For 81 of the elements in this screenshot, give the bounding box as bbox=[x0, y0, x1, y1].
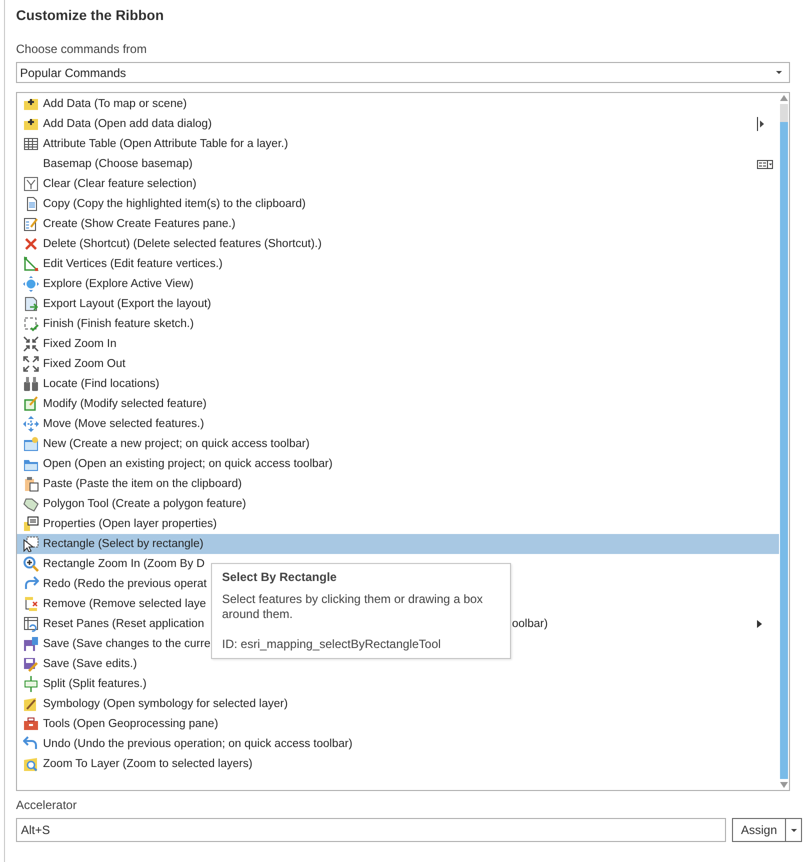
filter-icon bbox=[23, 176, 39, 192]
vertices-icon bbox=[23, 256, 39, 272]
command-item[interactable]: Redo (Redo the previous operat bbox=[43, 578, 207, 590]
undo-icon bbox=[23, 736, 39, 752]
table-icon bbox=[23, 136, 39, 152]
arrows-inward-icon bbox=[23, 336, 39, 352]
command-item[interactable]: Edit Vertices (Edit feature vertices.) bbox=[43, 258, 223, 270]
save-pencil-icon bbox=[23, 656, 39, 672]
command-item[interactable]: Move (Move selected features.) bbox=[43, 418, 204, 430]
polygon-icon bbox=[23, 496, 39, 512]
command-item[interactable]: Add Data (Open add data dialog) bbox=[43, 118, 212, 130]
move-arrows-icon bbox=[23, 416, 39, 432]
command-item[interactable]: Save (Save edits.) bbox=[43, 658, 137, 670]
tooltip-id: ID: esri_mapping_selectByRectangleTool bbox=[222, 637, 442, 651]
command-item[interactable]: Fixed Zoom Out bbox=[43, 358, 126, 370]
command-item[interactable]: Reset Panes (Reset application bbox=[43, 618, 204, 630]
folder-plus-icon bbox=[23, 116, 39, 132]
gallery-icon bbox=[757, 160, 773, 168]
split-arrow-icon bbox=[757, 117, 765, 131]
command-item[interactable]: Basemap (Choose basemap) bbox=[43, 158, 193, 170]
field-label: Accelerator bbox=[16, 798, 78, 812]
command-item[interactable]: Zoom To Layer (Zoom to selected layers) bbox=[43, 758, 252, 770]
split-icon bbox=[23, 676, 39, 692]
command-item[interactable]: Polygon Tool (Create a polygon feature) bbox=[43, 498, 246, 510]
command-item[interactable]: Open (Open an existing project; on quick access toolbar) bbox=[43, 458, 333, 470]
command-item[interactable]: Split (Split features.) bbox=[43, 678, 147, 690]
accelerator-field[interactable]: Alt+S bbox=[16, 818, 726, 842]
arrows-outward-icon bbox=[23, 356, 39, 372]
command-item[interactable]: Create (Show Create Features pane.) bbox=[43, 218, 236, 230]
binoculars-icon bbox=[23, 376, 39, 392]
clipboard-icon bbox=[23, 476, 39, 492]
cross-icon bbox=[23, 236, 39, 252]
properties-icon bbox=[23, 516, 39, 532]
command-item[interactable]: Copy (Copy the highlighted item(s) to the clipboard) bbox=[43, 198, 306, 210]
assign-dropdown-button[interactable] bbox=[786, 818, 802, 842]
submenu-arrow-icon bbox=[757, 619, 763, 629]
save-icon bbox=[23, 636, 39, 652]
command-item[interactable]: Clear (Clear feature selection) bbox=[43, 178, 196, 190]
form-pencil-icon bbox=[23, 216, 39, 232]
scrollbar[interactable] bbox=[779, 93, 789, 790]
globe-icon bbox=[23, 276, 39, 292]
toolbox-icon bbox=[23, 716, 39, 732]
command-item[interactable]: Add Data (To map or scene) bbox=[43, 98, 187, 110]
assign-button[interactable]: Assign bbox=[732, 818, 786, 842]
reset-layout-icon bbox=[23, 616, 39, 632]
command-item-text: oolbar) bbox=[512, 618, 548, 630]
command-item[interactable]: Delete (Shortcut) (Delete selected features (Shortcut).) bbox=[43, 238, 322, 250]
command-item[interactable]: Locate (Find locations) bbox=[43, 378, 160, 390]
remove-layer-icon bbox=[23, 596, 39, 612]
command-item[interactable]: Tools (Open Geoprocessing pane) bbox=[43, 718, 218, 730]
new-project-icon bbox=[23, 436, 39, 452]
redo-icon bbox=[23, 576, 39, 592]
folder-plus-icon bbox=[23, 96, 39, 112]
tooltip-text: Select features by clicking them or drawing a box around them. bbox=[222, 592, 484, 622]
command-item[interactable]: Rectangle (Select by rectangle) bbox=[43, 538, 204, 550]
zoom-in-icon bbox=[23, 556, 39, 572]
caret-icon bbox=[776, 71, 782, 74]
edit-shape-icon bbox=[23, 396, 39, 412]
symbology-icon bbox=[23, 696, 39, 712]
tooltip-title: Select By Rectangle bbox=[222, 570, 338, 584]
command-item[interactable]: New (Create a new project; on quick access toolbar) bbox=[43, 438, 310, 450]
field-label: Choose commands from bbox=[16, 42, 148, 56]
dialog-title: Customize the Ribbon bbox=[16, 6, 165, 25]
command-item[interactable]: Rectangle Zoom In (Zoom By D bbox=[43, 558, 205, 570]
command-item[interactable]: Fixed Zoom In bbox=[43, 338, 116, 350]
commands-dropdown[interactable]: Popular Commands bbox=[16, 62, 790, 83]
zoom-layer-icon bbox=[23, 756, 39, 772]
command-item[interactable]: Export Layout (Export the layout) bbox=[43, 298, 212, 310]
command-item[interactable]: Modify (Modify selected feature) bbox=[43, 398, 207, 410]
command-item[interactable]: Properties (Open layer properties) bbox=[43, 518, 217, 530]
export-icon bbox=[23, 296, 39, 312]
command-item[interactable]: Remove (Remove selected laye bbox=[43, 598, 206, 610]
command-item[interactable]: Symbology (Open symbology for selected layer) bbox=[43, 698, 288, 710]
command-item[interactable]: Attribute Table (Open Attribute Table for a layer.) bbox=[43, 138, 288, 150]
check-frame-icon bbox=[23, 316, 39, 332]
command-item[interactable]: Undo (Undo the previous operation; on quick access toolbar) bbox=[43, 738, 352, 750]
select-rectangle-icon bbox=[23, 536, 39, 552]
command-item[interactable]: Explore (Explore Active View) bbox=[43, 278, 194, 290]
command-item[interactable]: Save (Save changes to the curre bbox=[43, 638, 210, 650]
command-item[interactable]: Paste (Paste the item on the clipboard) bbox=[43, 478, 242, 490]
command-item[interactable]: Finish (Finish feature sketch.) bbox=[43, 318, 194, 330]
